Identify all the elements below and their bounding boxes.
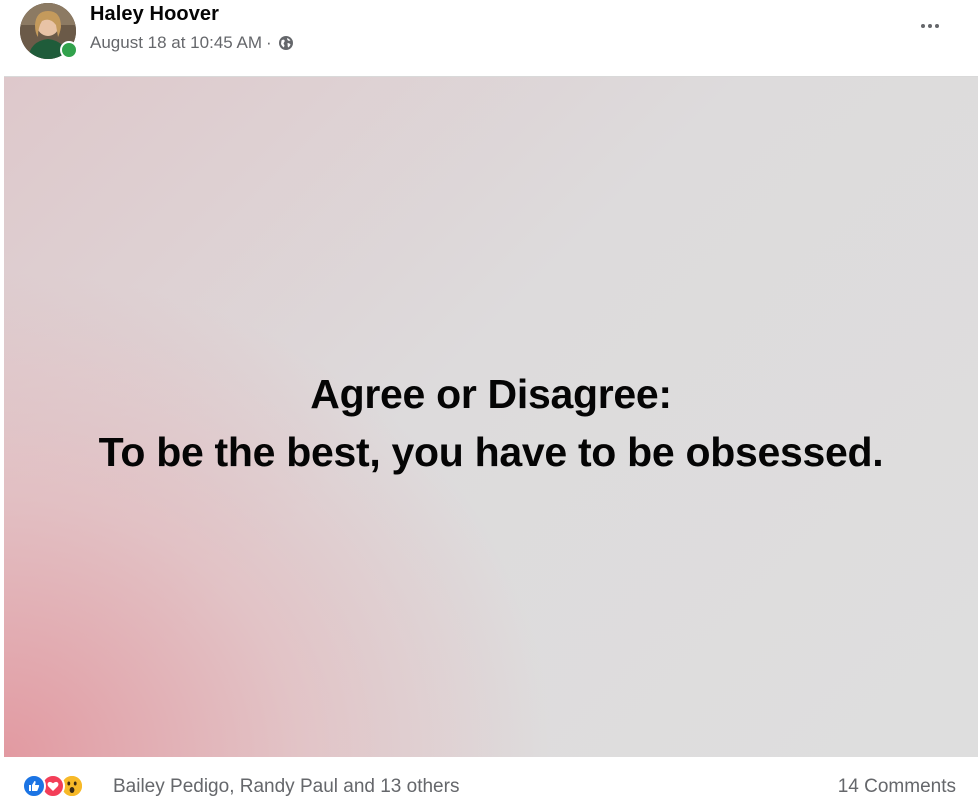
post-content: Agree or Disagree: To be the best, you h… — [4, 365, 978, 481]
comments-count[interactable]: 14 Comments — [838, 776, 956, 798]
post-text-background[interactable]: Agree or Disagree: To be the best, you h… — [4, 76, 978, 757]
more-options-icon[interactable] — [916, 12, 944, 40]
post-meta: August 18 at 10:45 AM · — [90, 33, 294, 53]
author-name[interactable]: Haley Hoover — [90, 3, 219, 26]
post-content-line2: To be the best, you have to be obsessed. — [98, 429, 884, 475]
post-header: Haley Hoover August 18 at 10:45 AM · — [0, 0, 978, 74]
online-status-indicator — [60, 41, 78, 59]
meta-separator: · — [266, 33, 272, 52]
post-card: Haley Hoover August 18 at 10:45 AM · Agr… — [0, 0, 978, 810]
post-footer: Bailey Pedigo, Randy Paul and 13 others … — [0, 760, 978, 810]
globe-icon[interactable] — [278, 35, 294, 51]
post-timestamp[interactable]: August 18 at 10:45 AM — [90, 33, 262, 53]
reactions-summary[interactable]: Bailey Pedigo, Randy Paul and 13 others — [113, 776, 459, 798]
reaction-icons[interactable] — [22, 774, 84, 798]
post-content-line1: Agree or Disagree: — [310, 371, 672, 417]
like-icon — [22, 774, 46, 798]
